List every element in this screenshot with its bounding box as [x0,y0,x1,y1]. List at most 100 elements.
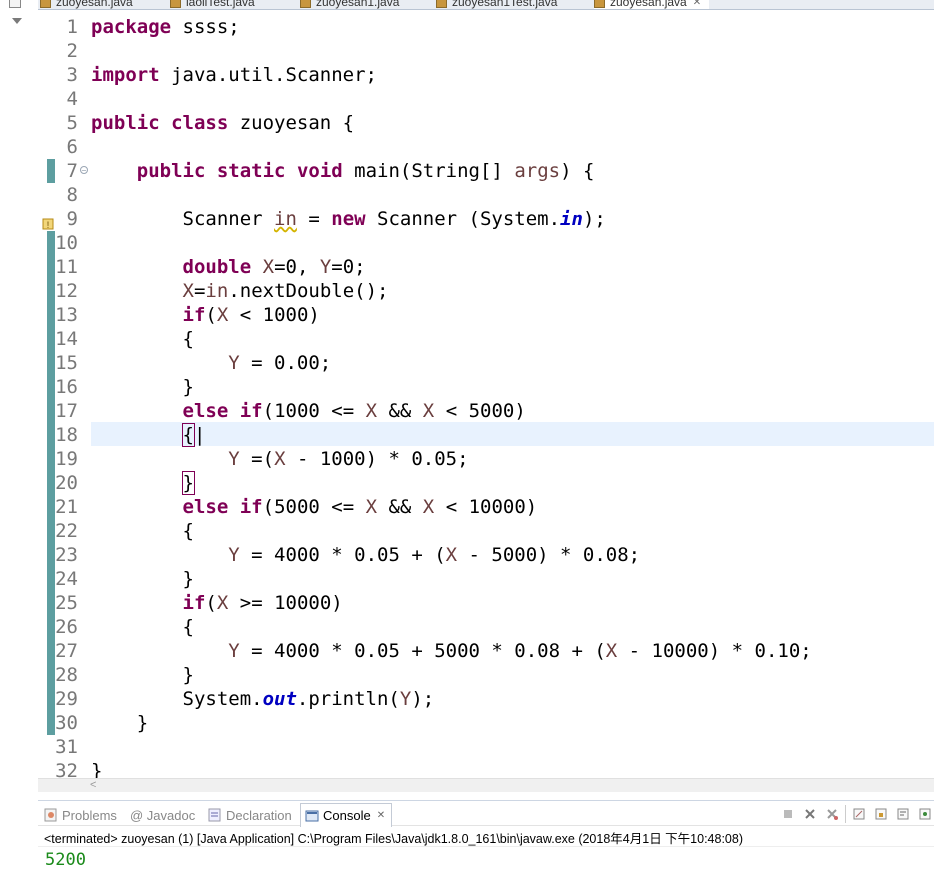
remove-launch-icon[interactable] [801,805,819,823]
view-menu-icon[interactable] [12,18,22,24]
line-number: 21 [55,496,78,518]
tab-declaration[interactable]: Declaration [208,805,292,825]
code-text: X=in.nextDouble(); [182,280,389,302]
code-line[interactable]: 20 } [38,471,934,495]
code-line[interactable]: 12 X=in.nextDouble(); [38,279,934,303]
console-icon [305,809,319,823]
code-line[interactable]: 14 { [38,327,934,351]
code-line[interactable]: 7– public static void main(String[] args… [38,159,934,183]
code-line[interactable]: 32} [38,759,934,778]
java-file-icon [170,0,181,8]
remove-all-terminated-icon[interactable] [823,805,841,823]
code-line[interactable]: 5 public class zuoyesan { [38,111,934,135]
line-number: 2 [66,40,78,62]
tab-zuoyesan-active[interactable]: zuoyesan.java ✕ [594,0,710,9]
horizontal-scrollbar[interactable]: < [38,778,934,792]
code-text: { [91,520,194,542]
code-line[interactable]: 15 Y = 0.00; [38,351,934,375]
code-line[interactable]: 3 import java.util.Scanner; [38,63,934,87]
warning-icon[interactable]: ! [42,212,54,230]
code-line[interactable]: 17 else if(1000 <= X && X < 5000) [38,399,934,423]
fold-icon[interactable]: – [80,166,88,174]
line-number: 13 [55,304,78,326]
line-number: 24 [55,568,78,590]
code-text: {| [181,423,206,447]
code-line[interactable]: 10 [38,231,934,255]
pin-console-icon[interactable] [916,805,934,823]
problems-icon [44,808,58,822]
code-line[interactable]: 18 {| [38,423,934,447]
line-number: 10 [55,232,78,254]
line-number: 18 [55,424,78,446]
code-line[interactable]: 16 } [38,375,934,399]
tab-laolitest[interactable]: laoliTest.java [170,0,255,9]
code-line[interactable]: 31 [38,735,934,759]
line-number: 20 [55,472,78,494]
code-text: } [91,664,194,686]
code-line[interactable]: 28 } [38,663,934,687]
code-line[interactable]: 13 if(X < 1000) [38,303,934,327]
close-icon[interactable]: ✕ [693,0,701,8]
code-line[interactable]: 23 Y = 4000 * 0.05 + (X - 5000) * 0.08; [38,543,934,567]
code-line[interactable]: 8 [38,183,934,207]
code-text: { [91,328,194,350]
code-line[interactable]: 2 [38,39,934,63]
code-text: System.out.println(Y); [91,688,435,710]
line-number: 12 [55,280,78,302]
line-number: 11 [55,256,78,278]
tab-console[interactable]: Console ✕ [300,803,393,827]
toolbar-separator [845,805,846,823]
tab-zuoyesan1[interactable]: zuoyesan1.java [300,0,399,9]
scroll-lock-icon[interactable] [872,805,890,823]
line-number: 6 [66,136,78,158]
code-line[interactable]: 11 double X=0, Y=0; [38,255,934,279]
close-icon[interactable]: ✕ [377,810,385,821]
line-number: 26 [55,616,78,638]
code-line[interactable]: 24 } [38,567,934,591]
terminate-icon[interactable] [779,805,797,823]
code-line[interactable]: 22 { [38,519,934,543]
code-line[interactable]: 30 } [38,711,934,735]
tab-problems[interactable]: Problems [44,805,117,825]
line-number: 31 [55,736,78,758]
line-number: 14 [55,328,78,350]
svg-text:!: ! [47,220,50,230]
code-line[interactable]: 4 [38,87,934,111]
java-file-icon [300,0,311,8]
clear-console-icon[interactable] [850,805,868,823]
code-text: } [91,712,149,734]
code-line[interactable]: 9! Scanner in = new Scanner (System.in); [38,207,934,231]
code-line[interactable]: 19 Y =(X - 1000) * 0.05; [38,447,934,471]
code-line[interactable]: 29 System.out.println(Y); [38,687,934,711]
scroll-left-icon[interactable]: < [90,779,96,791]
code-line[interactable]: 21 else if(5000 <= X && X < 10000) [38,495,934,519]
code-text: } [181,471,196,495]
code-line[interactable]: 25 if(X >= 10000) [38,591,934,615]
code-text: if(X < 1000) [182,304,320,326]
code-text: package ssss; [91,16,240,38]
divider [38,846,934,847]
tab-zuoyesan1test[interactable]: zuoyesan1Test.java [436,0,557,9]
window-gutter [0,0,38,876]
code-editor[interactable]: 1 package ssss; 2 3 import java.util.Scanner… [38,10,934,778]
code-text: } [91,760,103,778]
code-line[interactable]: 27 Y = 4000 * 0.05 + 5000 * 0.08 + (X - … [38,639,934,663]
line-number: 22 [55,520,78,542]
code-line[interactable]: 26 { [38,615,934,639]
console-status: <terminated> zuoyesan (1) [Java Applicat… [44,832,743,846]
code-line[interactable]: 6 [38,135,934,159]
code-text: public class zuoyesan { [91,112,355,134]
code-line[interactable]: 1 package ssss; [38,15,934,39]
line-number: 27 [55,640,78,662]
minimize-icon[interactable] [9,0,21,8]
console-output: 5200 [45,850,86,870]
word-wrap-icon[interactable] [894,805,912,823]
code-text: Y = 4000 * 0.05 + (X - 5000) * 0.08; [228,544,641,566]
line-number: 29 [55,688,78,710]
line-number: 17 [55,400,78,422]
line-number: 28 [55,664,78,686]
line-number: 25 [55,592,78,614]
tab-zuoyesan[interactable]: zuoyesan.java [40,0,133,9]
tab-javadoc[interactable]: @ Javadoc [130,805,195,825]
console-toolbar [779,805,934,823]
